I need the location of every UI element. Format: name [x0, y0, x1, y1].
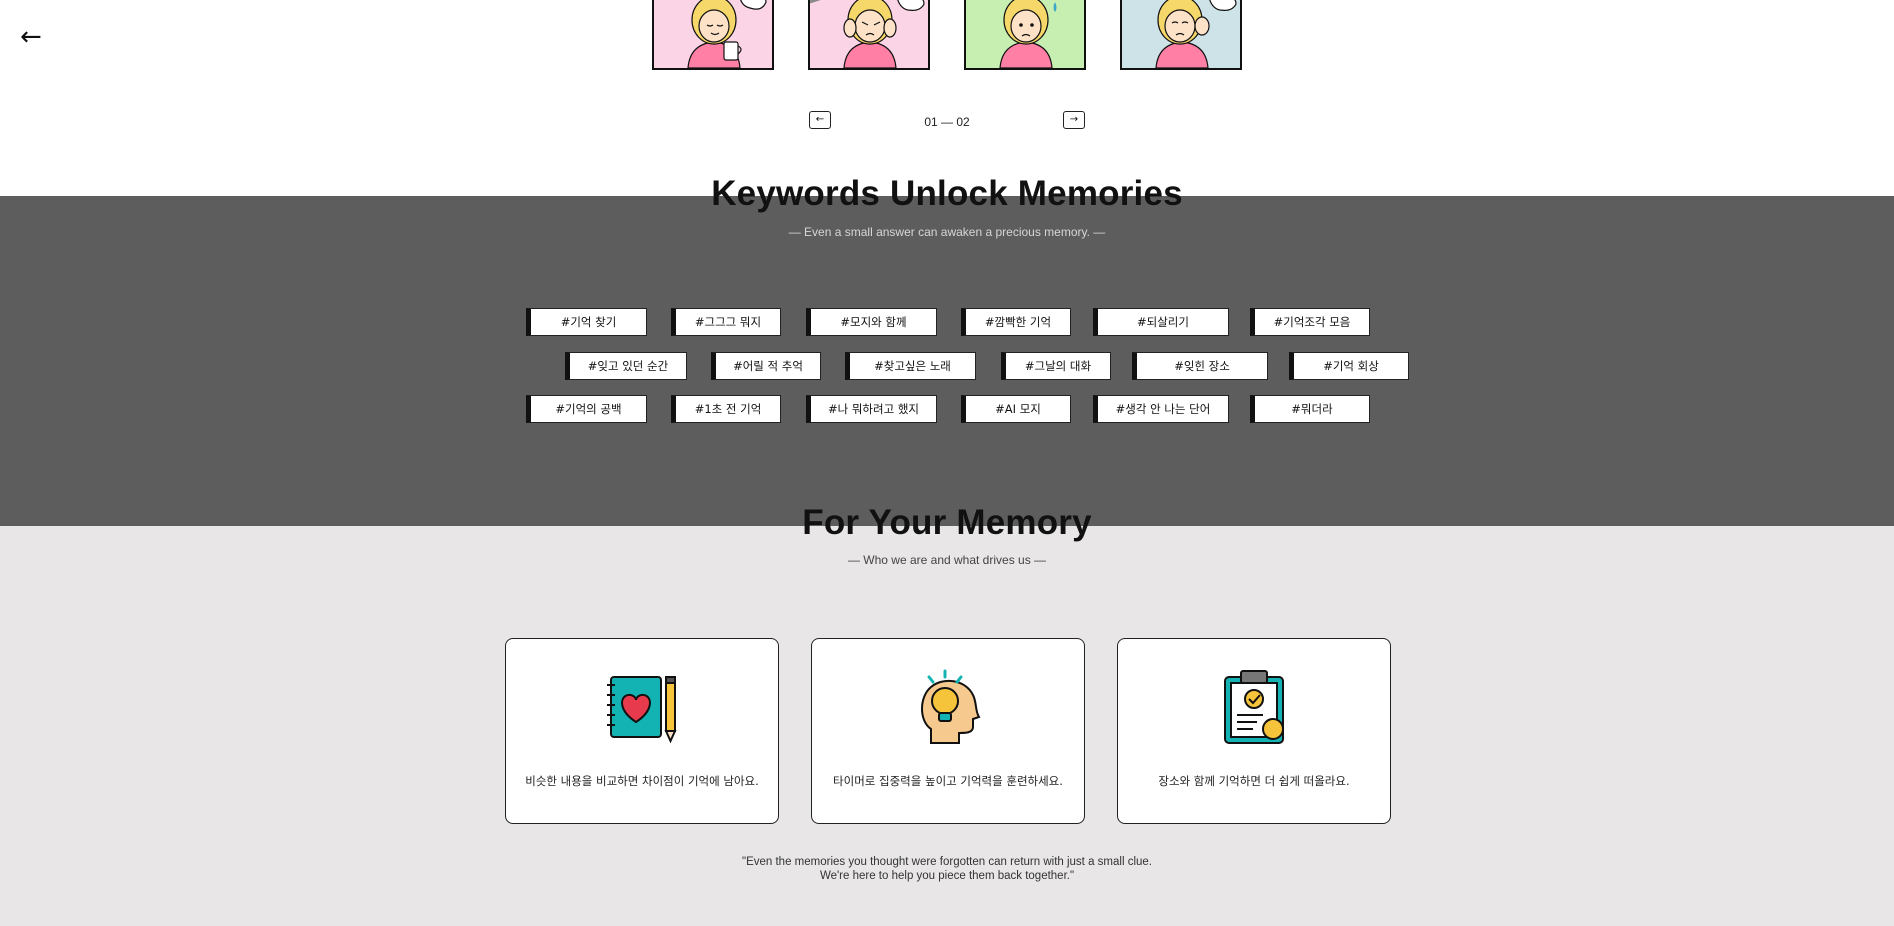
card-text: 타이머로 집중력을 높이고 기억력을 훈련하세요.: [833, 774, 1063, 788]
keyword-tag[interactable]: #잊고 있던 순간: [565, 352, 687, 380]
comic-panel-4: [1120, 0, 1242, 70]
comic-panel-2: [808, 0, 930, 70]
about-title: For Your Memory: [802, 503, 1092, 542]
memory-tip-card: 장소와 함께 기억하면 더 쉽게 떠올라요.: [1117, 638, 1391, 824]
head-lightbulb-icon: [909, 667, 989, 747]
quote-line-1: "Even the memories you thought were forg…: [742, 856, 1152, 868]
memory-tip-card: 비슷한 내용을 비교하면 차이점이 기억에 남아요.: [505, 638, 779, 824]
keyword-tag[interactable]: #AI 모지: [961, 395, 1071, 423]
keyword-tag[interactable]: #잊힌 장소: [1132, 352, 1268, 380]
clipboard-check-icon: [1215, 667, 1295, 747]
keyword-tag[interactable]: #기억의 공백: [526, 395, 647, 423]
keyword-tag[interactable]: #기억조각 모음: [1250, 308, 1370, 336]
keyword-tag[interactable]: #어릴 적 추억: [711, 352, 821, 380]
keyword-tag[interactable]: #깜빡한 기억: [961, 308, 1071, 336]
about-subtitle: — Who we are and what drives us —: [847, 553, 1047, 567]
keyword-tag[interactable]: #찾고싶은 노래: [845, 352, 976, 380]
keyword-tag[interactable]: #그그그 뭐지: [671, 308, 781, 336]
keywords-title: Keywords Unlock Memories: [711, 174, 1183, 213]
card-text: 비슷한 내용을 비교하면 차이점이 기억에 남아요.: [525, 774, 759, 788]
keyword-tag[interactable]: #1초 전 기억: [671, 395, 781, 423]
keyword-tag[interactable]: #뭐더라: [1250, 395, 1370, 423]
comic-panel-1: [652, 0, 774, 70]
carousel-page-indicator: 01 — 02: [924, 115, 970, 129]
notebook-heart-icon: [603, 667, 683, 747]
keywords-subtitle: — Even a small answer can awaken a preci…: [788, 225, 1106, 239]
keyword-tag[interactable]: #그날의 대화: [1001, 352, 1111, 380]
keyword-tag[interactable]: #기억 회상: [1289, 352, 1409, 380]
keyword-tag[interactable]: #기억 찾기: [526, 308, 647, 336]
card-text: 장소와 함께 기억하면 더 쉽게 떠올라요.: [1158, 774, 1350, 788]
closing-quote: "Even the memories you thought were forg…: [0, 855, 1894, 883]
hero-section: [0, 0, 1894, 196]
memory-tip-card: 타이머로 집중력을 높이고 기억력을 훈련하세요.: [811, 638, 1085, 824]
keyword-tag[interactable]: #나 뭐하려고 했지: [806, 395, 937, 423]
back-arrow-icon[interactable]: ←: [20, 22, 42, 52]
keyword-tag[interactable]: #생각 안 나는 단어: [1093, 395, 1229, 423]
quote-line-2: We're here to help you piece them back t…: [819, 870, 1075, 882]
keyword-tag[interactable]: #모지와 함께: [806, 308, 937, 336]
keyword-tag[interactable]: #되살리기: [1093, 308, 1229, 336]
carousel-next-button[interactable]: →: [1063, 111, 1085, 129]
comic-panel-3: [964, 0, 1086, 70]
